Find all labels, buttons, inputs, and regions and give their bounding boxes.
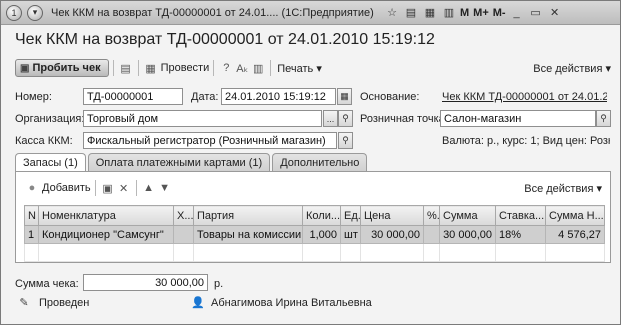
user-icon: 👤 xyxy=(191,296,205,309)
organization-field[interactable]: Торговый дом xyxy=(83,110,322,127)
memory-plus-button[interactable]: M+ xyxy=(473,7,489,19)
column-header[interactable]: Сумма xyxy=(439,205,496,226)
post-button[interactable]: Провести xyxy=(161,62,210,74)
kkm-label: Касса ККМ: xyxy=(15,135,73,147)
star-icon[interactable]: ☆ xyxy=(385,6,399,20)
column-header[interactable]: Сумма Н... xyxy=(545,205,605,226)
column-header[interactable]: Номенклатура xyxy=(38,205,174,226)
column-header[interactable]: Ед. xyxy=(340,205,361,226)
post-icon[interactable]: ▦ xyxy=(143,60,159,76)
command-bar: ▣ Пробить чек ▤ ▦ Провести ? Aₖ ▥ Печать… xyxy=(15,58,611,78)
table-cell[interactable]: 30 000,00 xyxy=(360,225,424,244)
calendar-icon[interactable]: ▦ xyxy=(337,88,352,105)
tab-bar: Запасы (1) Оплата платежными картами (1)… xyxy=(15,153,368,172)
posted-status-icon: ✎ xyxy=(19,296,29,309)
toolbar-separator xyxy=(94,180,96,196)
toolbar-separator xyxy=(112,60,114,76)
table-cell[interactable]: 30 000,00 xyxy=(439,225,496,244)
add-icon[interactable]: ● xyxy=(24,180,40,196)
kkm-field[interactable]: Фискальный регистратор (Розничный магази… xyxy=(83,132,337,149)
memory-minus-button[interactable]: M- xyxy=(493,7,506,19)
table-cell[interactable]: 18% xyxy=(495,225,546,244)
all-actions-button[interactable]: Все действия ▾ xyxy=(533,62,611,75)
sum-currency: р. xyxy=(214,278,224,290)
column-header[interactable]: Партия xyxy=(193,205,303,226)
copy-icon[interactable]: ▣ xyxy=(100,180,116,196)
table-cell[interactable]: 4 576,27 xyxy=(545,225,605,244)
column-header[interactable]: Коли... xyxy=(302,205,341,226)
window-menu-icon[interactable]: ▾ xyxy=(27,4,43,21)
table-cell[interactable]: Товары на комиссии xyxy=(193,225,303,244)
toolbar-separator xyxy=(213,60,215,76)
number-label: Номер: xyxy=(15,91,52,103)
column-header[interactable]: %... xyxy=(423,205,440,226)
organization-label: Организация: xyxy=(15,113,85,125)
status-text: Проведен xyxy=(39,297,90,309)
memory-button[interactable]: M xyxy=(460,7,469,19)
column-header[interactable]: Цена xyxy=(360,205,424,226)
toolbar-separator xyxy=(135,180,137,196)
sum-field: 30 000,00 xyxy=(83,274,208,291)
post-check-button[interactable]: ▣ Пробить чек xyxy=(15,59,109,77)
table-cell[interactable]: 1 xyxy=(24,225,39,244)
add-button[interactable]: Добавить xyxy=(42,182,91,194)
table-cell[interactable]: Кондиционер "Самсунг" xyxy=(38,225,174,244)
basis-label: Основание: xyxy=(360,91,420,103)
printer-icon: ▣ xyxy=(20,62,30,74)
retail-point-label: Розничная точка: xyxy=(360,113,448,125)
report-icon[interactable]: ▥ xyxy=(250,60,266,76)
table-cell[interactable]: шт xyxy=(340,225,361,244)
table-row[interactable]: 1 Кондиционер "Самсунг" Товары на комисс… xyxy=(24,225,605,244)
select-button[interactable]: ... xyxy=(323,110,338,127)
toolbar-separator xyxy=(270,60,272,76)
date-field[interactable]: 24.01.2010 15:19:12 xyxy=(221,88,336,105)
number-field[interactable]: ТД-00000001 xyxy=(83,88,183,105)
table-header-row: N Номенклатура Х... Партия Коли... Ед. Ц… xyxy=(24,205,605,226)
open-search-icon[interactable]: ⚲ xyxy=(596,110,611,127)
author-name: Абнагимова Ирина Витальевна xyxy=(211,297,372,309)
post-check-label: Пробить чек xyxy=(32,62,101,74)
move-down-icon[interactable]: ▼ xyxy=(157,180,173,196)
sum-label: Сумма чека: xyxy=(15,278,79,290)
inventory-table: N Номенклатура Х... Партия Коли... Ед. Ц… xyxy=(24,205,605,262)
document-icon[interactable]: ▤ xyxy=(404,6,418,20)
print-menu-button[interactable]: Печать ▾ xyxy=(277,62,322,75)
toolbar-separator xyxy=(137,60,139,76)
table-cell[interactable] xyxy=(423,225,440,244)
restore-icon[interactable]: ▭ xyxy=(528,6,544,20)
help-icon[interactable]: ? xyxy=(218,60,234,76)
tab-additional[interactable]: Дополнительно xyxy=(272,153,368,172)
table-empty-row xyxy=(24,243,605,262)
window-title: Чек ККМ на возврат ТД-00000001 от 24.01.… xyxy=(51,6,374,19)
tab-inventory[interactable]: Запасы (1) xyxy=(15,153,86,172)
minimize-icon[interactable]: _ xyxy=(509,6,525,20)
save-icon[interactable]: ▤ xyxy=(118,60,134,76)
table-cell[interactable] xyxy=(173,225,194,244)
basis-link[interactable]: Чек ККМ ТД-00000001 от 24.01.2... xyxy=(442,91,607,103)
document-window: 1 ▾ Чек ККМ на возврат ТД-00000001 от 24… xyxy=(0,0,621,325)
currency-info-link[interactable]: Валюта: р., курс: 1; Вид цен: Розн... xyxy=(442,135,610,147)
open-search-icon[interactable]: ⚲ xyxy=(338,132,353,149)
table-toolbar: ● Добавить ▣ ✕ ▲ ▼ Все действия ▾ xyxy=(24,180,602,196)
move-up-icon[interactable]: ▲ xyxy=(141,180,157,196)
calendar-icon[interactable]: ▥ xyxy=(442,6,456,20)
tab-panel: ● Добавить ▣ ✕ ▲ ▼ Все действия ▾ N Номе… xyxy=(15,171,611,263)
table-cell[interactable]: 1,000 xyxy=(302,225,341,244)
date-label: Дата: xyxy=(191,91,219,103)
tab-card-payments[interactable]: Оплата платежными картами (1) xyxy=(87,153,271,172)
delete-icon[interactable]: ✕ xyxy=(116,180,132,196)
retail-point-field[interactable]: Салон-магазин xyxy=(440,110,596,127)
table-all-actions-button[interactable]: Все действия ▾ xyxy=(524,182,602,195)
column-header[interactable]: N xyxy=(24,205,39,226)
app-logo-icon[interactable]: 1 xyxy=(6,4,22,21)
column-header[interactable]: Х... xyxy=(173,205,194,226)
page-title: Чек ККМ на возврат ТД-00000001 от 24.01.… xyxy=(15,31,435,48)
close-icon[interactable]: ✕ xyxy=(547,6,563,20)
column-header[interactable]: Ставка... xyxy=(495,205,546,226)
calculator-icon[interactable]: ▦ xyxy=(423,6,437,20)
structure-icon[interactable]: Aₖ xyxy=(234,60,250,76)
title-bar: 1 ▾ Чек ККМ на возврат ТД-00000001 от 24… xyxy=(1,1,620,25)
open-search-icon[interactable]: ⚲ xyxy=(338,110,353,127)
